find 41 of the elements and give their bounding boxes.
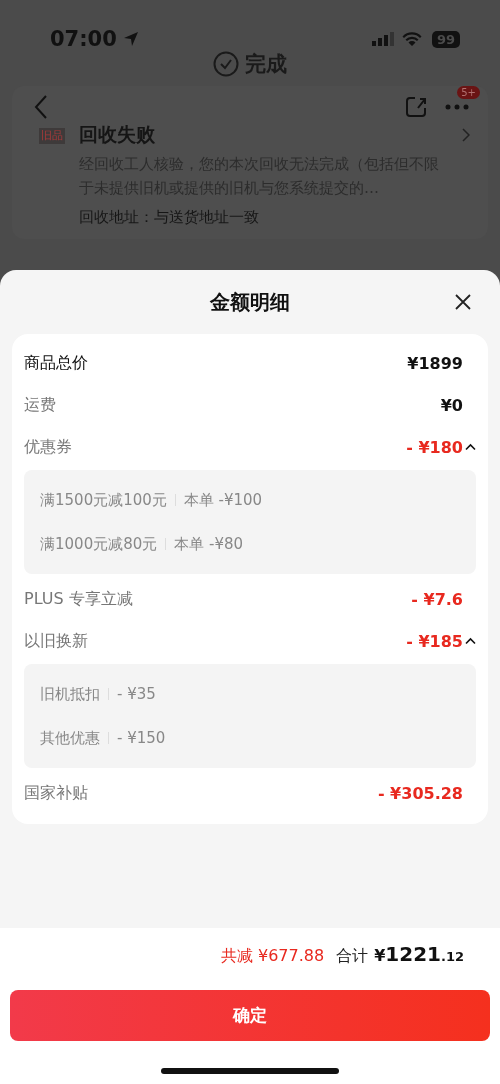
amount-value: - ¥7.6 [411, 589, 463, 609]
chevron-up-icon[interactable] [465, 637, 476, 645]
recycle-status-title: 回收失败 [79, 122, 155, 147]
check-circle-icon [213, 51, 239, 77]
detail-value: 本单 -¥100 [183, 490, 263, 510]
detail-value: - ¥35 [117, 685, 156, 703]
location-arrow-icon [122, 31, 139, 47]
amount-label: PLUS 专享立减 [24, 588, 133, 610]
share-icon[interactable] [406, 96, 428, 118]
detail-label: 满1500元减100元 [40, 490, 167, 510]
chevron-up-icon[interactable] [465, 443, 476, 451]
amount-label: 运费 [24, 394, 56, 416]
amount-label: 以旧换新 [24, 630, 88, 652]
close-icon[interactable] [454, 293, 472, 311]
back-icon[interactable] [34, 94, 48, 120]
amount-value: - ¥305.28 [377, 783, 463, 803]
amount-label: 优惠券 [24, 436, 72, 458]
amount-label: 国家补贴 [24, 782, 88, 804]
notification-badge: 5+ [457, 86, 480, 99]
amount-value: - ¥185 [406, 631, 463, 651]
amount-value: ¥0 [440, 395, 463, 415]
wifi-icon [401, 32, 422, 46]
detail-label: 满1000元减80元 [40, 534, 158, 554]
item-tag: 旧品 [39, 128, 65, 144]
total-saved: 共减 ¥677.88 [220, 946, 325, 967]
detail-label: 其他优惠 [40, 728, 100, 748]
amount-value: - ¥180 [406, 437, 463, 457]
detail-label: 旧机抵扣 [40, 684, 100, 704]
chevron-right-icon[interactable] [462, 128, 470, 142]
amount-label: 商品总价 [24, 352, 88, 374]
battery-level: 99 [431, 30, 460, 48]
total-amount: ¥1221.12 [374, 942, 464, 966]
more-icon[interactable] [444, 103, 470, 111]
status-time: 07:00 [50, 27, 117, 51]
signal-icon [371, 32, 396, 46]
detail-value: - ¥150 [117, 729, 166, 747]
detail-value: 本单 -¥80 [174, 534, 244, 554]
sheet-title: 金额明细 [210, 288, 290, 316]
amount-value: ¥1899 [407, 353, 463, 373]
confirm-button[interactable]: 确定 [10, 990, 490, 1041]
total-label: 合计 [336, 946, 369, 967]
